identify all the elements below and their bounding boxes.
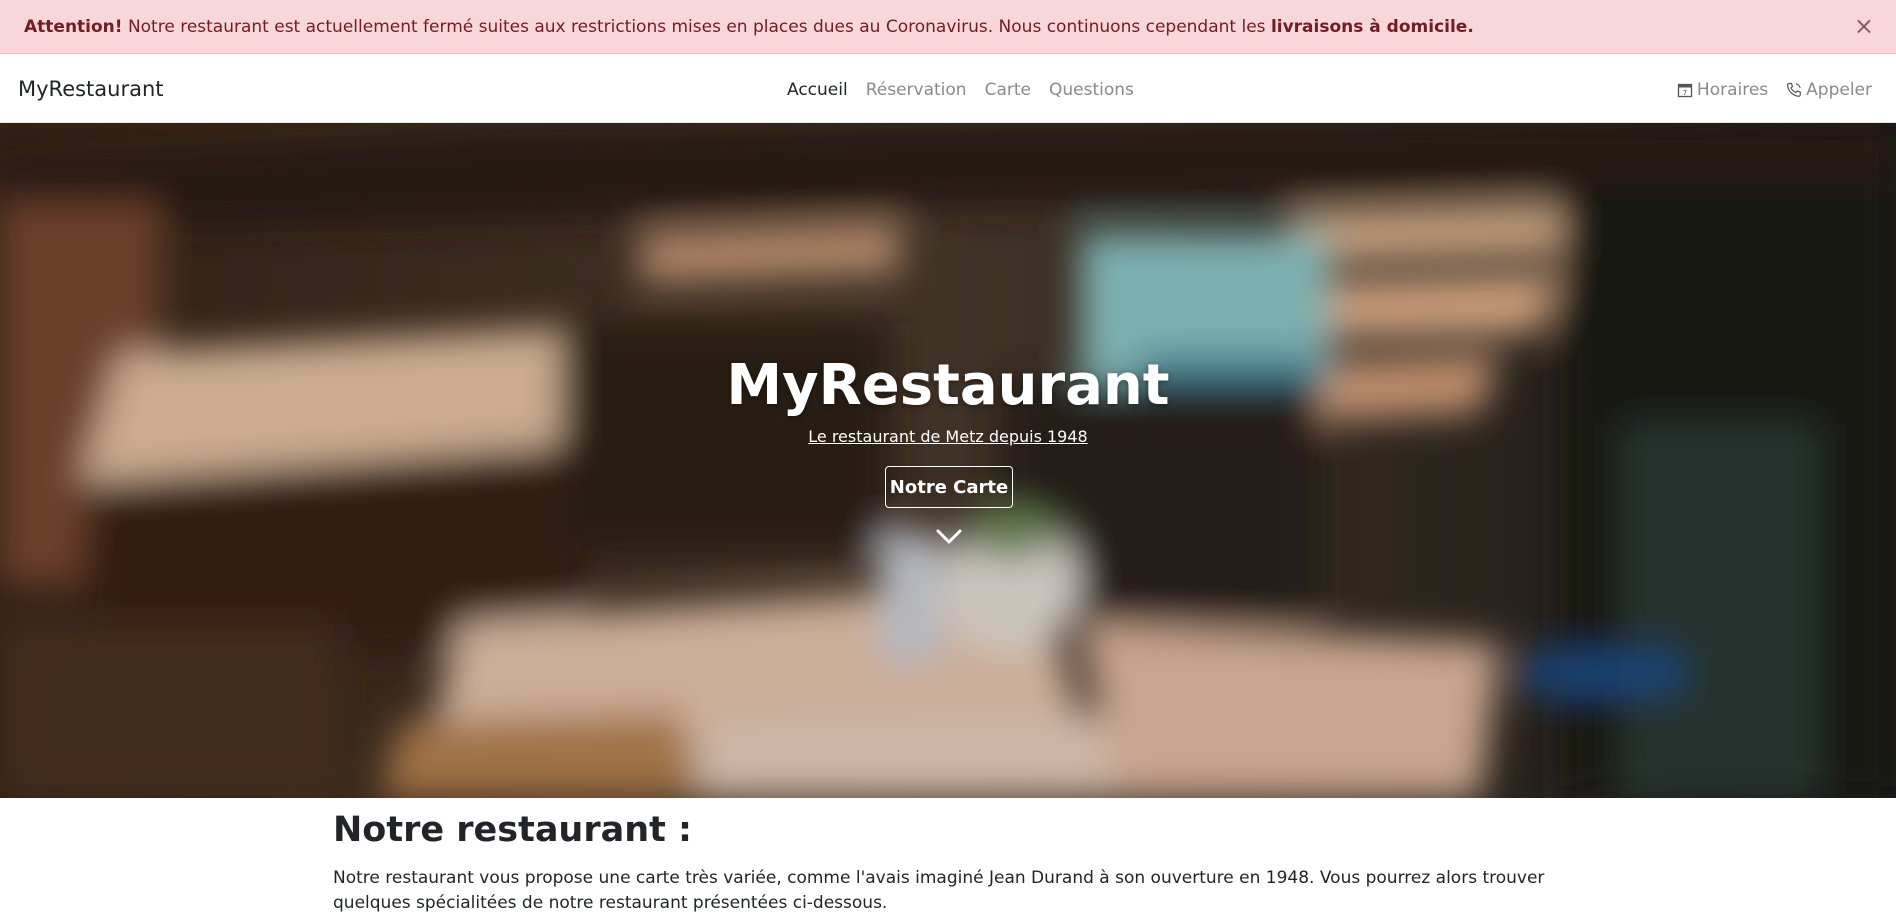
navbar: MyRestaurant Accueil Réservation Carte Q… [0, 55, 1896, 123]
nav-action-horaires[interactable]: 7 Horaires [1677, 80, 1768, 100]
alert-emphasis: livraisons à domicile. [1270, 16, 1474, 37]
hero-subtitle-link[interactable]: Le restaurant de Metz depuis 1948 [0, 427, 1896, 446]
section-title: Notre restaurant : [333, 810, 693, 850]
nav-action-appeler-label: Appeler [1806, 80, 1872, 100]
hero: MyRestaurant Le restaurant de Metz depui… [0, 123, 1896, 798]
nav-links: Accueil Réservation Carte Questions [787, 80, 1134, 100]
nav-link-reservation[interactable]: Réservation [866, 80, 967, 100]
alert-prefix: Attention! [24, 16, 123, 37]
restaurant-section: Notre restaurant : Notre restaurant vous… [333, 810, 1573, 916]
nav-action-appeler[interactable]: Appeler [1786, 80, 1872, 100]
nav-link-carte[interactable]: Carte [985, 80, 1031, 100]
alert-message: Notre restaurant est actuellement fermé … [127, 16, 1266, 37]
nav-link-questions[interactable]: Questions [1049, 80, 1134, 100]
nav-link-accueil[interactable]: Accueil [787, 80, 848, 100]
close-icon[interactable]: × [1854, 14, 1874, 38]
nav-actions: 7 Horaires Appeler [1677, 80, 1872, 100]
covid-alert: Attention! Notre restaurant est actuelle… [0, 0, 1896, 54]
nav-action-horaires-label: Horaires [1696, 80, 1769, 100]
phone-icon [1787, 82, 1802, 97]
navbar-brand[interactable]: MyRestaurant [18, 77, 164, 101]
calendar-icon: 7 [1677, 83, 1693, 98]
hero-title: MyRestaurant [726, 353, 1170, 418]
notre-carte-button[interactable]: Notre Carte [885, 466, 1013, 508]
svg-text:7: 7 [1683, 89, 1687, 97]
hero-background-image [0, 123, 1896, 798]
section-text: Notre restaurant vous propose une carte … [333, 868, 1545, 913]
chevron-down-icon[interactable] [936, 528, 962, 546]
